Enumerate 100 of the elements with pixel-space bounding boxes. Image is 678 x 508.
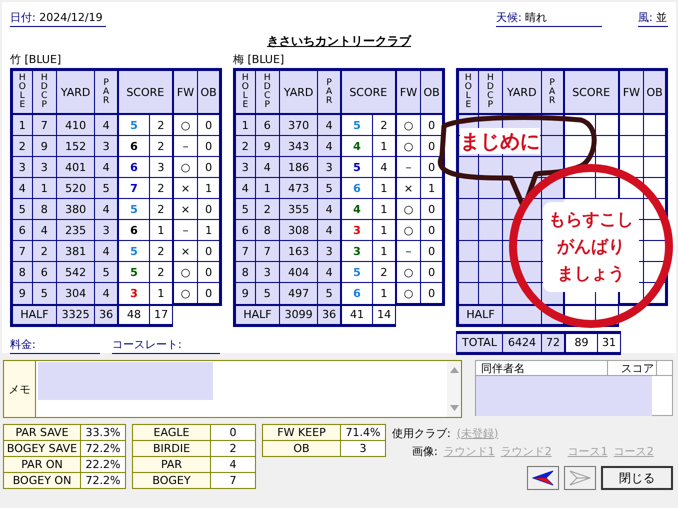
score-cell: 4 [340,198,373,220]
stat-value: 4 [210,456,256,472]
table-cell: 4 [32,220,56,240]
table-cell: 5 [94,178,118,198]
table-cell: 4 [94,240,118,262]
table-cell: 6 [255,114,280,136]
image-link[interactable]: ラウンド2 [500,444,552,458]
table-cell: 0 [198,240,220,262]
score-cell: 5 [118,262,150,282]
table-cell: ○ [396,198,421,220]
score-cell: 7 [118,178,150,198]
table-cell: 4 [234,178,256,198]
column-header: SCORE [340,70,396,114]
table-cell: ○ [172,262,198,282]
table-cell: ○ [396,262,421,282]
table-cell: 4 [94,198,118,220]
score-cell: 3 [340,240,373,262]
image-link[interactable]: コース1 [568,444,608,458]
table-cell: 2 [12,136,32,156]
table-cell: 0 [198,198,220,220]
image-link[interactable]: ラウンド1 [444,444,495,458]
table-cell: 0 [198,114,220,136]
table-cell: 8 [32,198,56,220]
table-cell: 520 [56,178,95,198]
table-cell: 401 [56,156,95,178]
table-cell: ○ [172,156,198,178]
table-cell: ○ [396,220,421,240]
column-header: SCORE [564,70,619,114]
table-cell: 7 [32,114,56,136]
table-cell: 4 [318,262,341,282]
table-cell: 343 [279,136,318,156]
table-cell: × [172,240,198,262]
table-cell: 4 [12,178,32,198]
course-rate-field: コースレート: [112,336,220,354]
table-cell: 72 [542,332,565,353]
table-cell: 4 [94,114,118,136]
table-cell: 410 [56,114,95,136]
column-header: HDCP [32,70,56,114]
table-cell: × [396,178,421,198]
table-cell: TOTAL [456,332,502,353]
back-button[interactable] [527,466,559,490]
table-cell: HALF [458,304,503,325]
column-header: PAR [318,70,341,114]
score-cell: 3 [118,282,150,304]
table-cell: 0 [198,136,220,156]
close-button[interactable]: 閉じる [601,466,673,490]
stat-value: 71.4% [340,424,386,440]
column-header: YARD [279,70,318,114]
table-cell: 152 [56,136,95,156]
table-cell: 0 [420,198,444,220]
table-cell: 6424 [502,332,542,353]
column-header: OB [420,70,444,114]
column-header: PAR [541,70,564,114]
stat-value: 72.2% [80,440,126,456]
score-cell: 5 [118,240,150,262]
table-cell: 0 [198,156,220,178]
table-cell: ○ [172,114,198,136]
table-cell: 9 [32,136,56,156]
club-link[interactable]: (未登録) [456,426,498,440]
image-link[interactable]: コース2 [614,444,654,458]
memo-field[interactable]: メモ [3,360,462,418]
score-cell: 5 [340,156,373,178]
table-cell: 4 [94,156,118,178]
table-cell: 5 [12,198,32,220]
table-cell: － [172,136,198,156]
table-cell: 5 [318,178,341,198]
stat-value: 2 [210,440,256,456]
table-cell: 163 [279,240,318,262]
table-cell: 1 [32,178,56,198]
column-header: PAR [94,70,118,114]
table-cell: 3 [318,156,341,178]
table-cell: 4 [318,136,341,156]
table-cell: 1 [234,114,256,136]
stat-label: PAR SAVE [4,424,80,440]
score-cell: 5 [340,114,373,136]
stamp-circle-icon [509,164,673,328]
table-cell: 186 [279,156,318,178]
club-title: きさいちカントリークラブ [267,33,411,50]
scrollbar[interactable] [447,361,461,417]
table-cell: 5 [94,262,118,282]
scroll-up-icon[interactable] [450,367,458,373]
table-cell: 1 [198,178,220,198]
table-cell: ○ [396,136,421,156]
table-cell: 4 [318,114,341,136]
table-cell: 0 [420,156,444,178]
club-label: 使用クラブ: [392,426,451,440]
companion-list[interactable]: 同伴者名 スコア [475,360,673,416]
table-cell: 17 [150,304,173,325]
score-cell: 5 [118,114,150,136]
table-cell: 5 [234,198,256,220]
table-cell: 0 [420,114,444,136]
table-cell: 5 [32,282,56,304]
column-header: HDCP [478,70,503,114]
table-cell: 8 [255,220,280,240]
table-cell: × [172,198,198,220]
table-cell: 3 [234,156,256,178]
scroll-down-icon[interactable] [450,405,458,411]
table-cell: 2 [32,240,56,262]
column-header: HOLE [12,70,32,114]
stat-value: 22.2% [80,456,126,472]
